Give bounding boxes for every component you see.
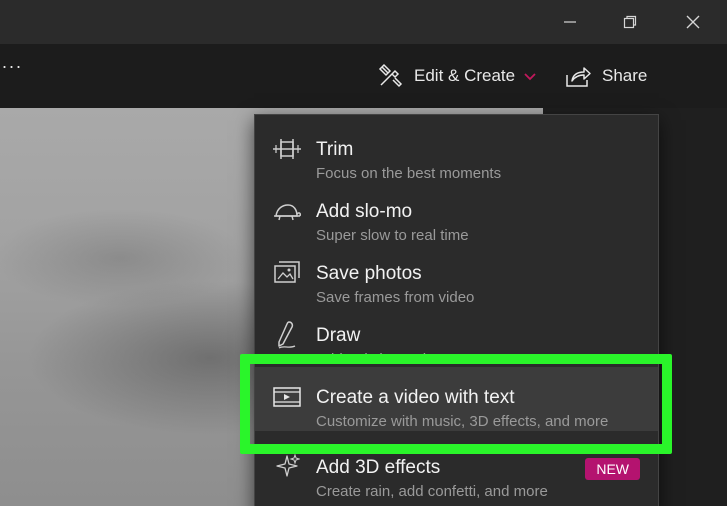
menu-item-title: Save photos <box>316 263 422 284</box>
highlight-box <box>240 354 672 454</box>
slo-mo-icon <box>271 195 303 227</box>
edit-create-button[interactable]: Edit & Create <box>376 54 536 98</box>
menu-item-subtitle: Create rain, add confetti, and more <box>316 483 548 500</box>
edit-create-label: Edit & Create <box>414 66 516 85</box>
menu-item-save-photos[interactable]: Save photos Save frames from video <box>255 243 658 306</box>
photos-app-window: Edit & Create Share ··· Trim Focus on th… <box>0 0 727 506</box>
restore-button[interactable] <box>600 0 660 44</box>
share-button[interactable]: Share <box>564 54 647 98</box>
new-badge: NEW <box>585 458 640 480</box>
restore-icon <box>623 15 637 29</box>
edit-create-icon <box>378 63 403 88</box>
menu-item-title: Add slo-mo <box>316 201 413 222</box>
chevron-down-icon <box>524 73 536 81</box>
menu-item-title: Add 3D effects <box>316 457 441 478</box>
toolbar: Edit & Create Share ··· <box>0 44 727 108</box>
close-icon <box>686 15 700 29</box>
menu-item-trim[interactable]: Trim Focus on the best moments <box>255 119 658 182</box>
draw-icon <box>271 319 303 351</box>
title-bar <box>0 0 727 44</box>
share-label: Share <box>602 66 648 85</box>
menu-item-title: Trim <box>316 139 354 160</box>
close-button[interactable] <box>663 0 723 44</box>
menu-item-title: Draw <box>316 325 361 346</box>
minimize-icon <box>564 21 576 23</box>
save-photos-icon <box>271 257 303 289</box>
trim-icon <box>271 133 303 165</box>
more-options-button[interactable]: ··· <box>0 44 24 88</box>
3d-effects-icon <box>271 451 303 483</box>
menu-item-slo-mo[interactable]: Add slo-mo Super slow to real time <box>255 181 658 244</box>
share-icon <box>566 67 591 87</box>
minimize-button[interactable] <box>540 0 600 44</box>
